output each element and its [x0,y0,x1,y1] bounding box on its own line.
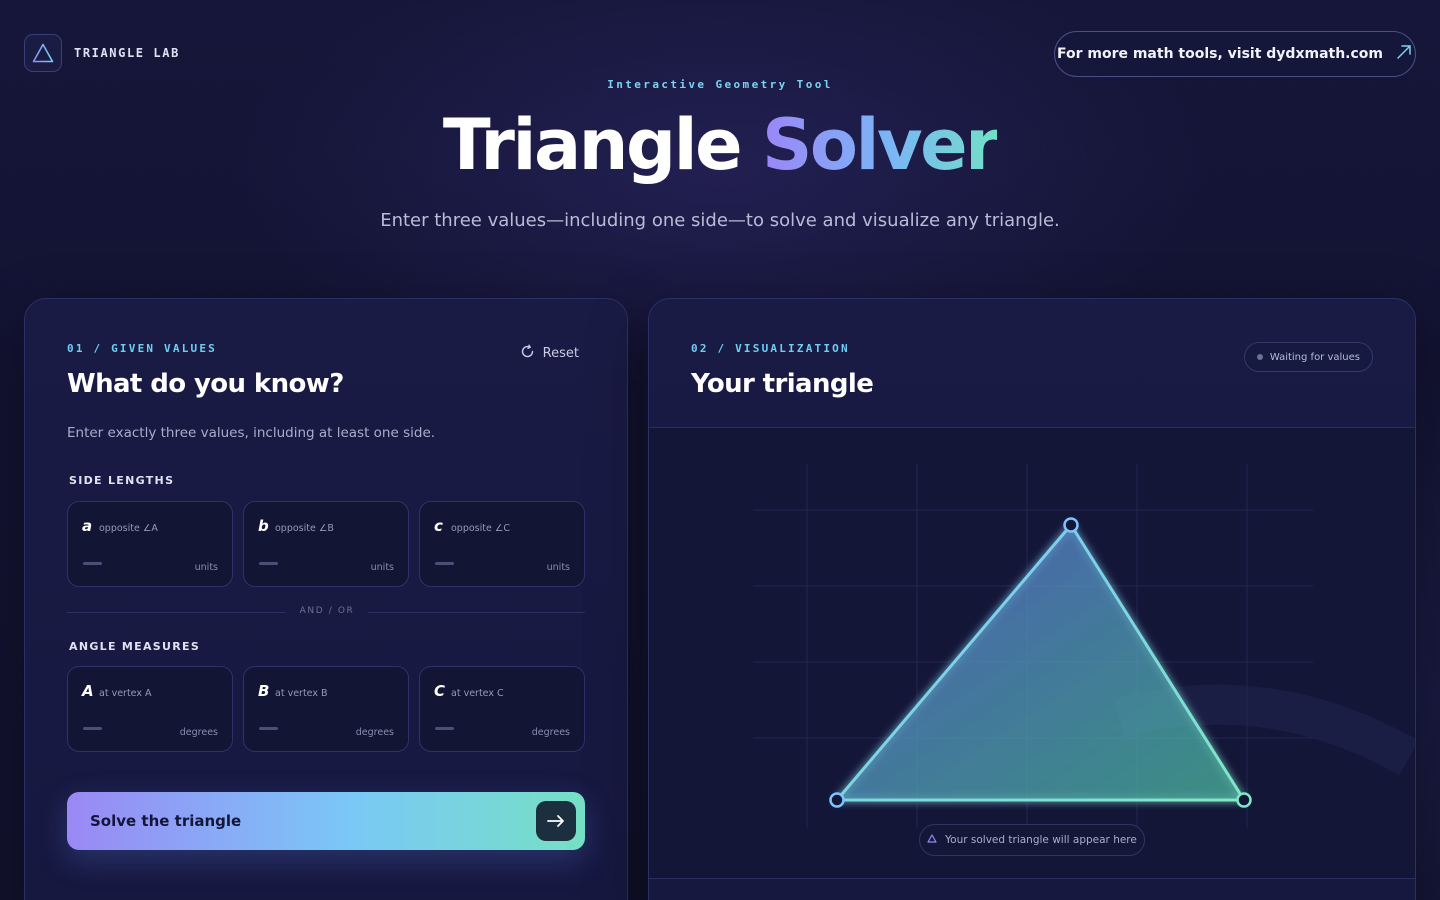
solve-label: Solve the triangle [90,812,242,830]
external-link-label: For more math tools, visit dydxmath.com [1056,46,1384,62]
title-accent: Solver [761,104,1000,186]
viz-caption: Your solved triangle will appear here [919,824,1145,856]
vertex-handle[interactable] [1236,792,1252,808]
triangle-graphic [753,464,1415,828]
field-hint: opposite ∠B [275,523,334,534]
given-eyebrow: 01 / GIVEN VALUES [67,342,217,355]
field-unit: units [546,562,570,573]
field-letter: A [82,682,94,700]
external-link-button[interactable]: For more math tools, visit dydxmath.com [1054,31,1416,77]
angle-measures-label: ANGLE MEASURES [69,640,201,653]
angle-a-field[interactable]: A at vertex A degrees [67,666,233,752]
refresh-icon [520,344,535,363]
empty-value-dash [83,562,102,565]
field-unit: units [370,562,394,573]
field-unit: degrees [355,727,394,738]
field-letter: b [258,517,269,535]
title-main: Triangle [442,104,743,186]
field-hint: at vertex B [275,688,328,699]
viz-title: Your triangle [691,369,874,399]
status-badge: Waiting for values [1243,342,1373,372]
angle-c-field[interactable]: C at vertex C degrees [419,666,585,752]
field-unit: degrees [531,727,570,738]
brand[interactable]: TRIANGLE LAB [24,34,180,72]
arrow-up-right-icon [1395,43,1413,65]
field-hint: opposite ∠A [99,523,158,534]
solve-button[interactable]: Solve the triangle [67,792,585,850]
field-unit: degrees [179,727,218,738]
angle-b-field[interactable]: B at vertex B degrees [243,666,409,752]
empty-value-dash [83,727,102,730]
field-hint: opposite ∠C [451,523,511,534]
side-a-field[interactable]: a opposite ∠A units [67,501,233,587]
vertex-handle[interactable] [1063,517,1079,533]
field-letter: c [434,517,443,535]
field-letter: a [82,517,93,535]
field-hint: at vertex C [451,688,504,699]
empty-value-dash [259,727,278,730]
empty-value-dash [435,562,454,565]
empty-value-dash [435,727,454,730]
field-hint: at vertex A [99,688,152,699]
side-b-field[interactable]: b opposite ∠B units [243,501,409,587]
vertex-handle[interactable] [829,792,845,808]
triangle-canvas: Your solved triangle will appear here [649,427,1415,879]
brand-name: TRIANGLE LAB [74,46,180,60]
given-intro: Enter exactly three values, including at… [67,425,436,441]
empty-value-dash [259,562,278,565]
page-title: Triangle Solver [0,100,1440,190]
divider-label: AND / OR [286,606,368,616]
field-letter: B [258,682,270,700]
viz-eyebrow: 02 / VISUALIZATION [691,342,850,355]
triangle-small-icon [927,834,937,846]
field-letter: C [434,682,446,700]
hero-eyebrow: Interactive Geometry Tool [607,78,833,91]
viz-caption-text: Your solved triangle will appear here [945,834,1137,846]
reset-button[interactable]: Reset [520,344,579,363]
arrow-right-icon [536,801,576,841]
given-title: What do you know? [67,369,344,399]
visualization-panel: 02 / VISUALIZATION Your triangle Waiting… [648,298,1416,900]
status-dot [1256,354,1263,360]
hero-subtitle: Enter three values—including one side—to… [380,210,1060,231]
given-values-panel: 01 / GIVEN VALUES What do you know? Rese… [24,298,628,900]
field-unit: units [194,562,218,573]
side-c-field[interactable]: c opposite ∠C units [419,501,585,587]
reset-label: Reset [542,346,579,361]
status-label: Waiting for values [1269,351,1360,363]
side-lengths-label: SIDE LENGTHS [69,474,175,487]
triangle-icon [24,34,62,72]
